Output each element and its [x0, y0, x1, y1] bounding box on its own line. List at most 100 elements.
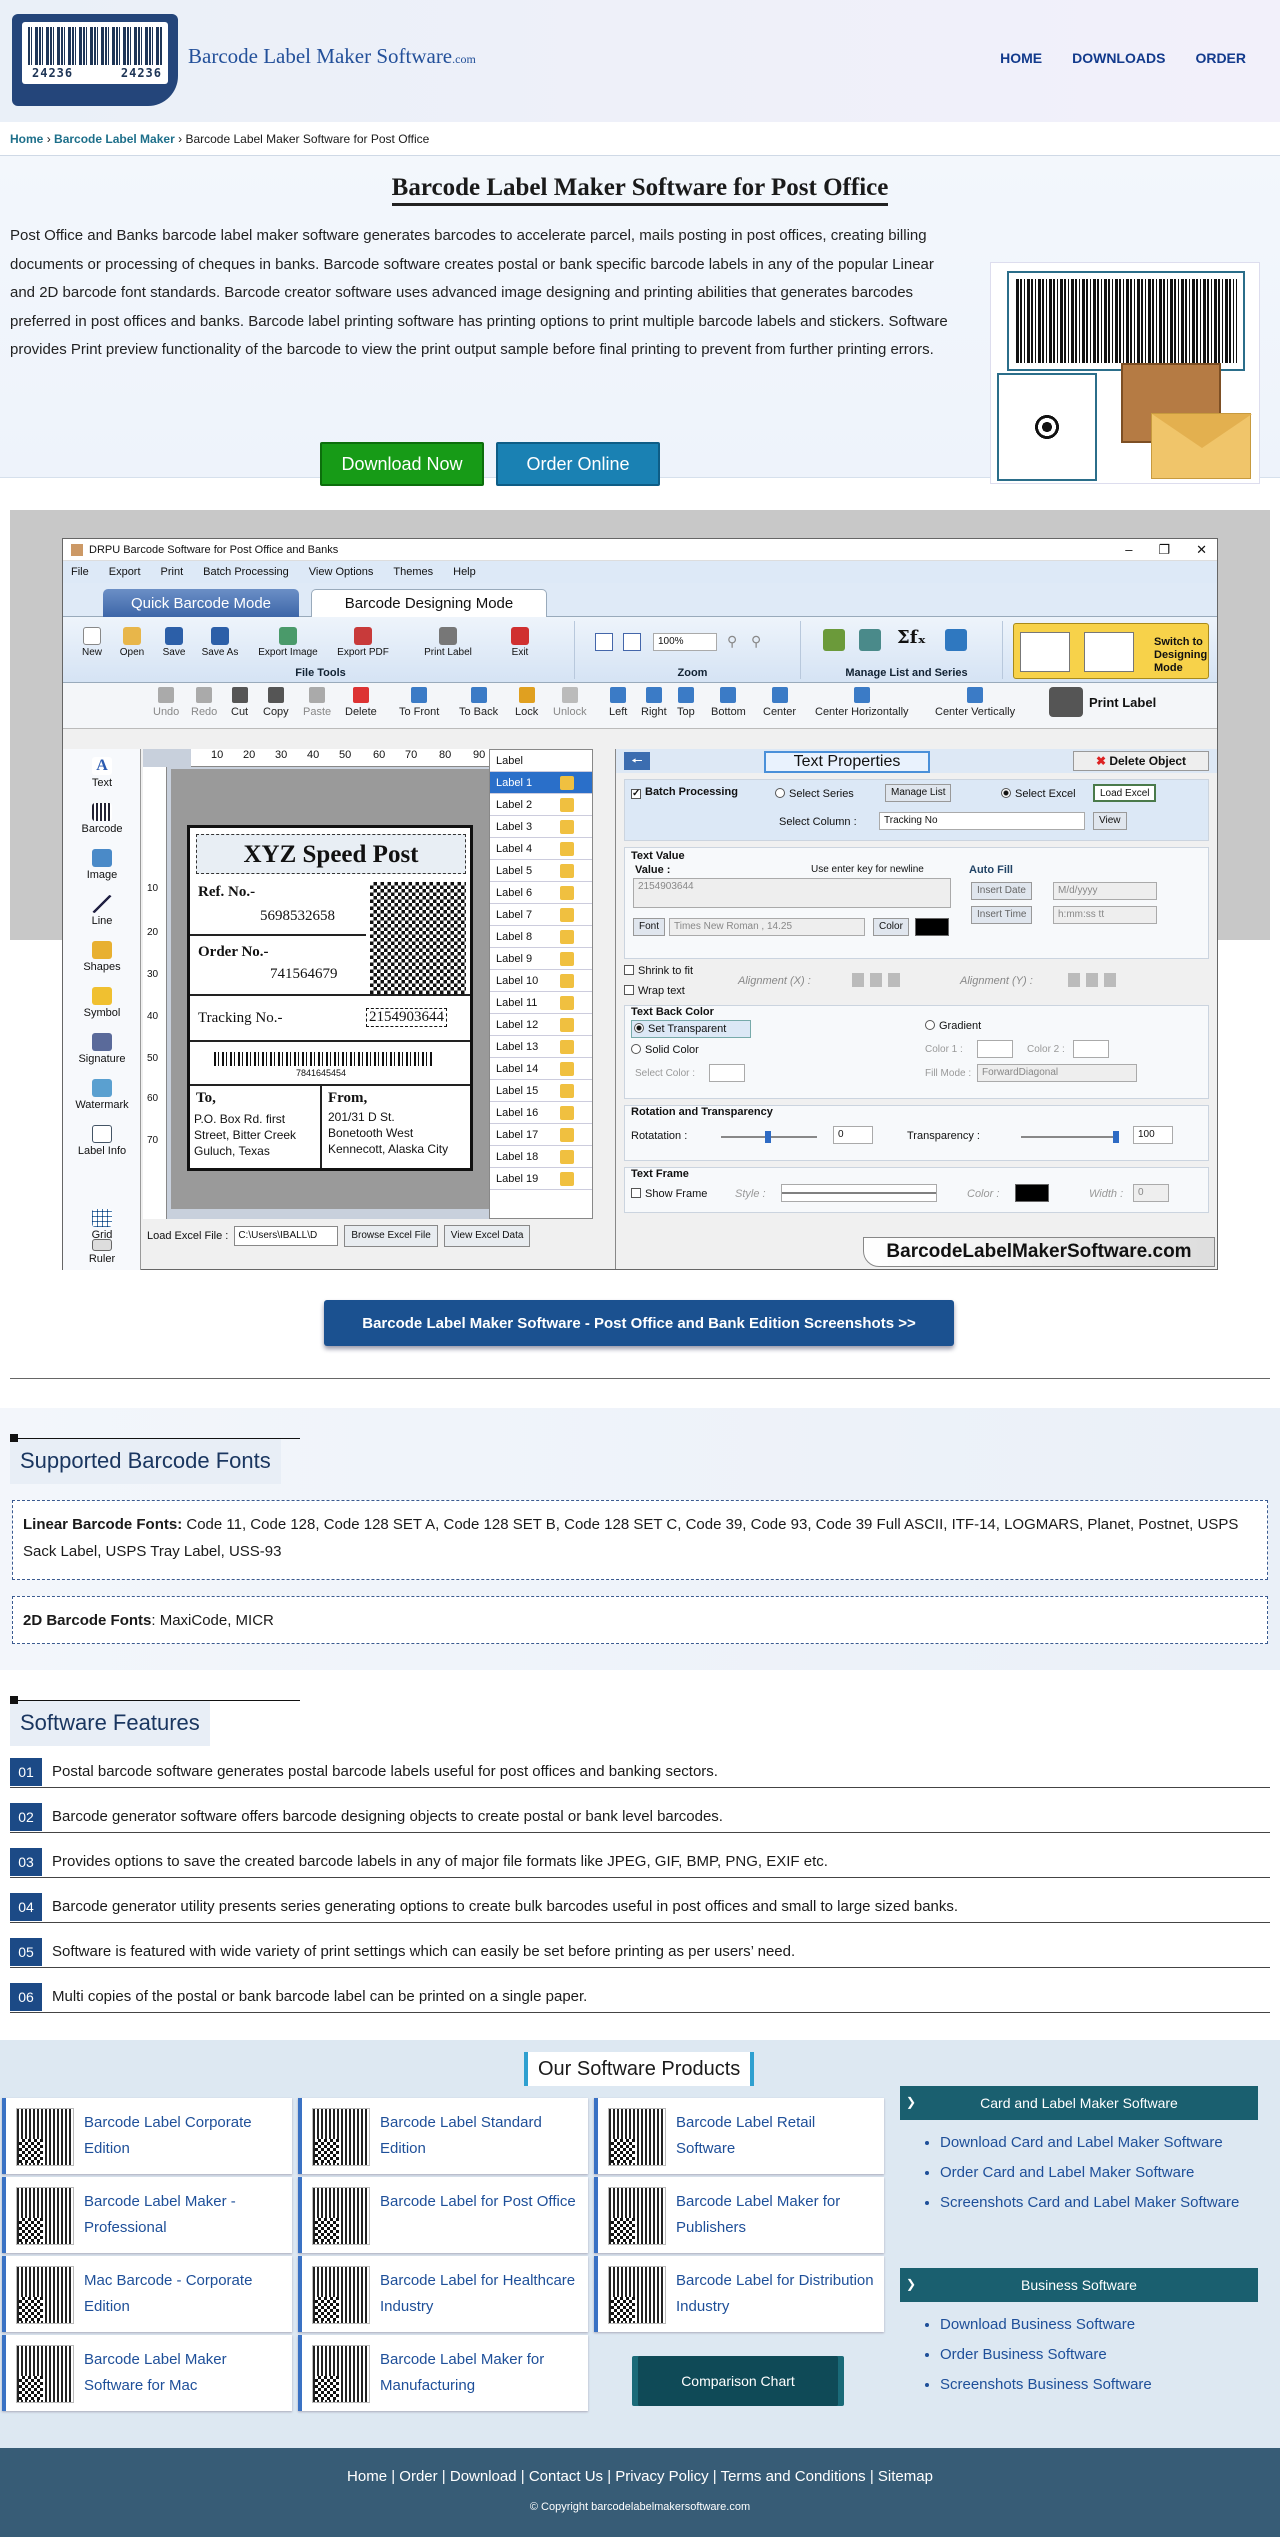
- edit-pencil-icon[interactable]: [560, 820, 574, 834]
- date-format-select[interactable]: M/d/yyyy: [1053, 882, 1157, 900]
- footer-terms-link[interactable]: Terms and Conditions: [721, 2468, 866, 2485]
- comparison-chart-button[interactable]: Comparison Chart: [638, 2356, 838, 2406]
- label-list-item[interactable]: Label 17: [490, 1124, 592, 1146]
- show-frame-checkbox[interactable]: Show Frame: [631, 1188, 707, 1200]
- frame-width-input[interactable]: 0: [1133, 1184, 1169, 1202]
- edit-pencil-icon[interactable]: [560, 864, 574, 878]
- restore-icon[interactable]: ❐: [1158, 542, 1170, 558]
- solid-color-radio[interactable]: Solid Color: [631, 1044, 699, 1056]
- to-front-button[interactable]: To Front: [399, 687, 439, 718]
- export-image-button[interactable]: Export Image: [251, 627, 325, 658]
- time-format-select[interactable]: h:mm:ss tt: [1053, 906, 1157, 924]
- label-list-item[interactable]: Label 5: [490, 860, 592, 882]
- edit-pencil-icon[interactable]: [560, 908, 574, 922]
- zoom-out-icon[interactable]: ⚲: [751, 633, 761, 650]
- product-card[interactable]: Barcode Label Retail Software: [594, 2098, 884, 2174]
- label-list-item[interactable]: Label 13: [490, 1036, 592, 1058]
- to-address-line-1[interactable]: P.O. Box Rd. first: [194, 1112, 285, 1126]
- label-list-item[interactable]: Label 11: [490, 992, 592, 1014]
- center-vertically-button[interactable]: Center Vertically: [935, 687, 1015, 718]
- screenshots-business-link[interactable]: Screenshots Business Software: [940, 2376, 1152, 2393]
- edit-pencil-icon[interactable]: [560, 974, 574, 988]
- shrink-to-fit-checkbox[interactable]: Shrink to fit: [624, 965, 693, 977]
- label-list-item[interactable]: Label 12: [490, 1014, 592, 1036]
- to-label[interactable]: To,: [196, 1090, 216, 1107]
- label-list-item[interactable]: Label 9: [490, 948, 592, 970]
- align-bottom-button[interactable]: Bottom: [711, 687, 746, 718]
- product-card[interactable]: Barcode Label for Distribution Industry: [594, 2256, 884, 2332]
- batch-processing-checkbox[interactable]: ✓ Batch Processing: [631, 786, 738, 799]
- label-list-item[interactable]: Label 8: [490, 926, 592, 948]
- copy-button[interactable]: Copy: [263, 687, 289, 718]
- edit-pencil-icon[interactable]: [560, 1040, 574, 1054]
- switch-to-designing-mode-button[interactable]: Switch to Designing Mode: [1013, 623, 1209, 679]
- view-excel-data-button[interactable]: View Excel Data: [443, 1225, 531, 1247]
- product-card[interactable]: Barcode Label Corporate Edition: [2, 2098, 292, 2174]
- insert-date-button[interactable]: Insert Date: [971, 882, 1032, 900]
- footer-order-link[interactable]: Order: [399, 2468, 437, 2485]
- text-tool[interactable]: A Text: [63, 757, 141, 789]
- ref-no-value[interactable]: 5698532658: [260, 908, 335, 925]
- zoom-in-icon[interactable]: ⚲: [727, 633, 737, 650]
- edit-pencil-icon[interactable]: [560, 776, 574, 790]
- menu-themes[interactable]: Themes: [393, 566, 433, 578]
- label-list-item[interactable]: Label 10: [490, 970, 592, 992]
- edit-pencil-icon[interactable]: [560, 1172, 574, 1186]
- label-list-item[interactable]: Label 1: [490, 772, 592, 794]
- redo-button[interactable]: Redo: [191, 687, 217, 718]
- edit-pencil-icon[interactable]: [560, 842, 574, 856]
- label-list-item[interactable]: Label 7: [490, 904, 592, 926]
- label-info-tool[interactable]: Label Info: [63, 1125, 141, 1157]
- site-logo[interactable]: 24236 24236: [12, 14, 178, 106]
- order-no-label[interactable]: Order No.-: [198, 944, 269, 961]
- nav-downloads[interactable]: DOWNLOADS: [1072, 50, 1165, 66]
- series-icon[interactable]: [859, 629, 881, 651]
- edit-pencil-icon[interactable]: [560, 886, 574, 900]
- from-address-line-2[interactable]: Bonetooth West: [328, 1126, 413, 1140]
- transparency-slider[interactable]: [1021, 1131, 1119, 1143]
- undo-button[interactable]: Undo: [153, 687, 179, 718]
- menu-view-options[interactable]: View Options: [309, 566, 374, 578]
- watermark-tool[interactable]: Watermark: [63, 1079, 141, 1111]
- product-card[interactable]: Barcode Label Maker - Professional: [2, 2177, 292, 2253]
- barcode-tool[interactable]: Barcode: [63, 803, 141, 835]
- symbol-tool[interactable]: Symbol: [63, 987, 141, 1019]
- select-column-dropdown[interactable]: Tracking No: [879, 812, 1085, 830]
- delete-button[interactable]: Delete: [345, 687, 377, 718]
- center-horizontally-button[interactable]: Center Horizontally: [815, 687, 909, 718]
- product-card[interactable]: Barcode Label for Healthcare Industry: [298, 2256, 588, 2332]
- brand-link[interactable]: Barcode Label Maker Software.com: [188, 44, 476, 69]
- grid-tool[interactable]: Grid: [63, 1209, 141, 1241]
- label-list-item[interactable]: Label 14: [490, 1058, 592, 1080]
- postal-barcode[interactable]: [214, 1052, 434, 1066]
- font-button[interactable]: Font: [633, 918, 666, 936]
- text-value-input[interactable]: 2154903644: [633, 878, 951, 908]
- from-address-line-3[interactable]: Kennecott, Alaska City: [328, 1142, 448, 1156]
- print-label-button[interactable]: Print Label: [411, 627, 485, 658]
- zoom-actual-icon[interactable]: [623, 633, 641, 651]
- menu-batch-processing[interactable]: Batch Processing: [203, 566, 289, 578]
- exit-button[interactable]: Exit: [495, 627, 545, 658]
- align-left-button[interactable]: Left: [609, 687, 627, 718]
- order-business-link[interactable]: Order Business Software: [940, 2346, 1107, 2363]
- frame-style-select[interactable]: [781, 1184, 937, 1202]
- wrap-text-checkbox[interactable]: Wrap text: [624, 985, 685, 997]
- minimize-icon[interactable]: –: [1125, 542, 1132, 558]
- back-arrow-icon[interactable]: 🠔: [624, 752, 650, 770]
- order-card-label-link[interactable]: Order Card and Label Maker Software: [940, 2164, 1194, 2181]
- order-no-value[interactable]: 741564679: [270, 966, 338, 983]
- formula-icon[interactable]: Σfₓ: [897, 627, 926, 648]
- tracking-no-value[interactable]: 2154903644: [366, 1008, 447, 1027]
- label-maxicode[interactable]: [370, 882, 466, 994]
- product-card[interactable]: Barcode Label Standard Edition: [298, 2098, 588, 2174]
- rotation-input[interactable]: 0: [833, 1126, 873, 1144]
- screenshots-card-label-link[interactable]: Screenshots Card and Label Maker Softwar…: [940, 2194, 1239, 2211]
- label-list-item[interactable]: Label 19: [490, 1168, 592, 1190]
- shapes-tool[interactable]: Shapes: [63, 941, 141, 973]
- color-button[interactable]: Color: [873, 918, 909, 936]
- label-title-text[interactable]: XYZ Speed Post: [196, 834, 466, 874]
- download-card-label-link[interactable]: Download Card and Label Maker Software: [940, 2134, 1223, 2151]
- footer-privacy-link[interactable]: Privacy Policy: [615, 2468, 708, 2485]
- tab-quick-barcode-mode[interactable]: Quick Barcode Mode: [103, 589, 299, 617]
- zoom-fit-icon[interactable]: [595, 633, 613, 651]
